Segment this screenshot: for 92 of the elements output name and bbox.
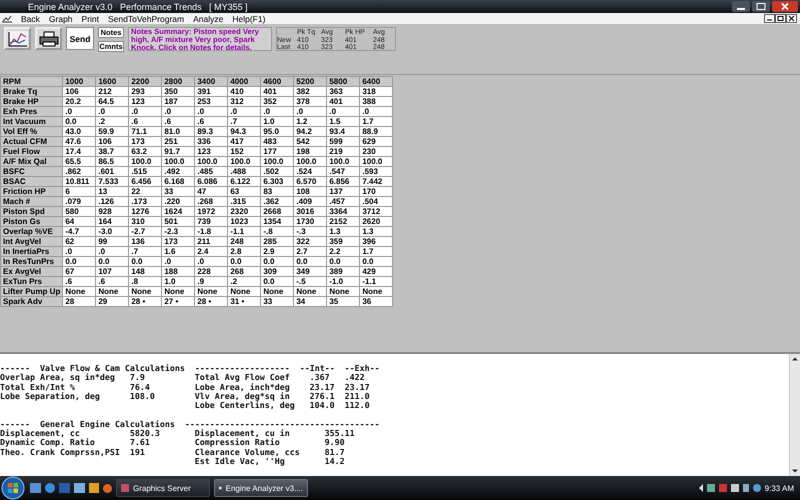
report-value: 7.61 <box>130 438 151 448</box>
window-controls-icon[interactable] <box>764 14 798 23</box>
report-value: 355.11 <box>324 429 356 438</box>
report-value: 276.1 <box>310 392 336 402</box>
report-value: 23.17 <box>344 382 371 392</box>
column-header: --Int-- <box>300 364 335 374</box>
report-label: Total Exh/Int % <box>0 382 75 392</box>
row-label: In ResTunPrs <box>0 256 63 266</box>
row-label: BSFC <box>0 166 63 176</box>
report-label: Overlap Area, sq in*deg <box>0 373 116 383</box>
maximize-icon[interactable] <box>752 1 770 12</box>
report-value: 9.90 <box>324 438 346 448</box>
report-value: 211.0 <box>344 392 371 402</box>
report-label: Lobe Centerlins, deg <box>194 401 296 410</box>
report-value: 191 <box>130 448 146 457</box>
menu-item[interactable]: Graph <box>48 14 73 24</box>
scrollbar[interactable] <box>789 354 800 476</box>
row-label: Brake Tq <box>0 86 63 96</box>
row-label: Actual CFM <box>0 136 63 146</box>
report-value: 7.9 <box>130 373 146 383</box>
taskbar-button[interactable]: Graphics Server <box>116 479 210 497</box>
row-label: Lifter Pump Up <box>0 286 63 296</box>
close-icon[interactable] <box>772 1 798 12</box>
row-label: Friction HP <box>0 186 63 196</box>
report-label: Vlv Area, deg*sq in <box>194 392 291 401</box>
minimize-icon[interactable] <box>732 1 750 12</box>
row-label: Fuel Flow <box>0 146 63 156</box>
row-label: A/F Mix Qal <box>0 156 63 166</box>
row-label: Exh Pres <box>0 106 63 116</box>
report-value: 81.7 <box>324 448 346 457</box>
taskbar-button[interactable]: Engine Analyzer v3.... <box>214 479 308 497</box>
section-heading: ------ General Engine Calculations <box>0 420 175 429</box>
report-label: Displacement, cu in <box>194 429 291 438</box>
row-label: Int AvgVel <box>0 236 63 246</box>
chart-icon <box>2 14 12 22</box>
report-label: Compression Ratio <box>194 438 281 448</box>
report-label: Clearance Volume, ccs <box>194 448 301 457</box>
report-value: 104.0 <box>310 401 336 410</box>
menu-item[interactable]: Help(F1) <box>232 14 266 24</box>
menu-item[interactable]: Analyze <box>193 14 224 24</box>
column-header: 1600 <box>96 76 129 86</box>
row-label: Piston Spd <box>0 206 63 216</box>
expand-tray-icon[interactable] <box>698 484 703 492</box>
column-header: 6400 <box>360 76 393 86</box>
report-value: 112.0 <box>344 401 371 410</box>
section-rule: --------------------------------------- <box>184 420 380 429</box>
row-label: Mach # <box>0 196 63 206</box>
report-value: 76.4 <box>130 382 151 392</box>
report-value: .367 <box>310 373 331 383</box>
column-header: 3400 <box>194 76 228 86</box>
window-title: Engine Analyzer v3.0 Performance Trends [ MY355 ] <box>28 2 249 12</box>
section-heading: ------ Valve Flow & Cam Calculations <box>0 364 185 373</box>
menu-item[interactable]: Print <box>82 14 100 24</box>
row-label: ExTun Prs <box>0 276 63 286</box>
column-header: 4000 <box>228 76 261 86</box>
column-header: --Exh-- <box>344 364 380 374</box>
start-button[interactable] <box>0 476 26 500</box>
column-header: 1000 <box>62 76 96 86</box>
column-header: 5200 <box>294 76 327 86</box>
report-value: 23.17 <box>310 382 336 392</box>
send-button[interactable]: Send <box>66 27 94 50</box>
report-label: Displacement, cc <box>0 429 80 438</box>
graph-button[interactable] <box>4 27 31 50</box>
report-label: Dynamic Comp. Ratio <box>0 438 96 448</box>
menu-item[interactable]: Back <box>21 14 40 24</box>
column-header: 4600 <box>260 76 294 86</box>
report-label: Est Idle Vac, ''Hg <box>194 456 286 466</box>
row-label: Overlap %VE <box>0 226 63 236</box>
row-label: Brake HP <box>0 96 63 106</box>
column-header: 2200 <box>128 76 162 86</box>
row-label: In InertiaPrs <box>0 246 63 256</box>
row-label: Spark Adv <box>0 296 63 306</box>
section-rule: ------------------- <box>194 364 290 374</box>
report-value: .422 <box>344 373 366 383</box>
report-value: 14.2 <box>324 456 346 466</box>
report-label: Total Avg Flow Coef <box>194 373 291 383</box>
column-header: RPM <box>0 76 63 86</box>
report-label: Lobe Area, inch*deg <box>194 382 291 392</box>
row-label: Int Vacuum <box>0 116 63 126</box>
row-label: Ex AvgVel <box>0 266 63 276</box>
report-label: Theo. Crank Comprssn,PSI <box>0 448 121 457</box>
report-value: 5820.3 <box>130 429 161 438</box>
row-label: Vol Eff % <box>0 126 63 136</box>
column-header: 2800 <box>162 76 195 86</box>
print-button[interactable] <box>35 27 62 50</box>
report-label: Lobe Separation, deg <box>0 392 101 402</box>
report-value: 108.0 <box>130 392 156 402</box>
row-label: BSAC <box>0 176 63 186</box>
row-label: Piston Gs <box>0 216 63 226</box>
menu-item[interactable]: SendToVehProgram <box>108 14 184 24</box>
clock: 9:33 AM <box>764 484 794 492</box>
column-header: 5800 <box>326 76 360 86</box>
